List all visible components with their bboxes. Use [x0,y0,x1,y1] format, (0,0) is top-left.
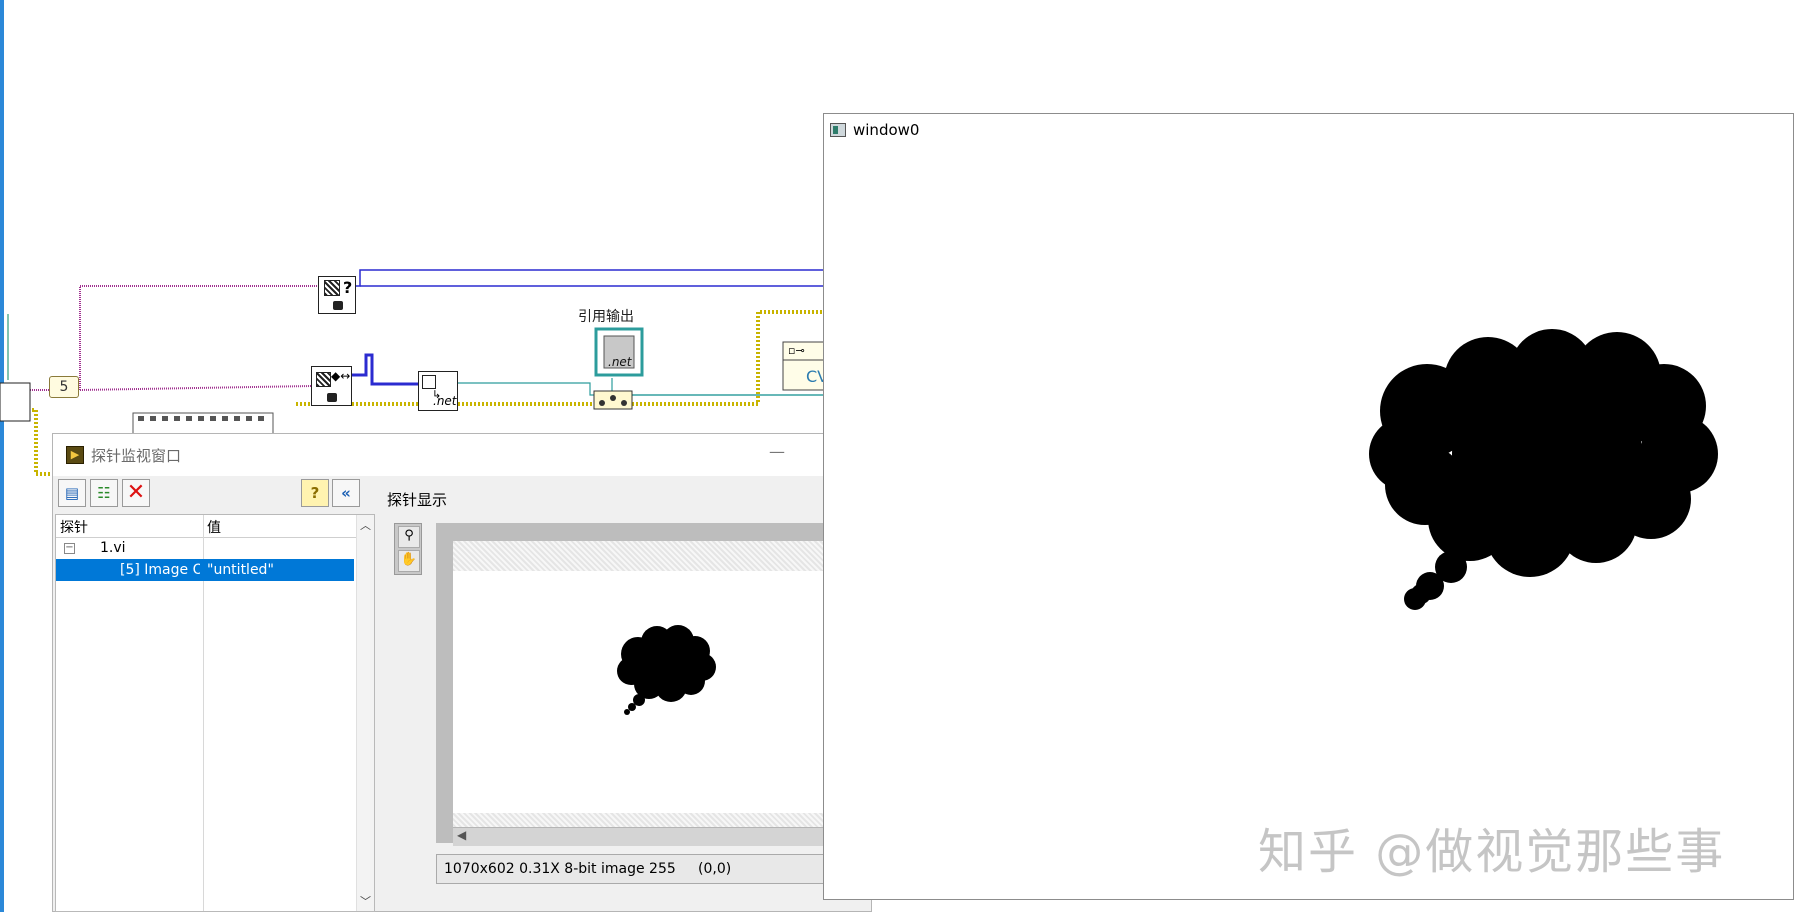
watermark: 知乎 @做视觉那些事 [1258,824,1726,880]
scroll-up-icon[interactable]: ︿ [360,517,371,533]
tree-item-name: [5] Image Out [120,562,200,578]
reference-output-label: 引用输出 [578,309,634,325]
probe-settings-icon: ☷ [97,484,111,502]
arrow-icon: ◆↔ [331,369,351,383]
image-display[interactable] [436,523,883,843]
lock-icon [327,393,337,402]
add-probe-icon: ▤ [64,484,80,502]
probe-settings-button[interactable]: ☷ [90,479,118,507]
zoom-tool-button[interactable]: ⚲ [398,526,420,548]
collapse-panel-button[interactable]: « [332,479,360,507]
image-window[interactable]: window0 [823,113,1794,900]
probe-watch-window[interactable]: ▶ 探针监视窗口 — ▤ ☷ ✕ ? « 探针 值 − 1.vi [5] Ima… [52,433,883,912]
net-ref-label: .net [608,355,632,369]
is-image-node[interactable]: ? [318,276,356,314]
thought-bubble-thumbnail [617,625,716,715]
tree-row-image[interactable]: [5] Image Out "untitled" [56,559,354,581]
delete-probe-icon: ✕ [126,480,146,505]
image-hscrollbar[interactable]: ◀ [453,827,873,846]
help-icon: ? [310,484,320,502]
key-icon: ▫⊸ [788,344,805,357]
lock-icon [333,301,343,310]
pan-tool-icon: ✋ [400,552,418,567]
probe-list-scrollbar[interactable]: ︿ ﹀ [356,515,374,911]
numeric-constant[interactable]: 5 [49,376,79,398]
pan-tool-button[interactable]: ✋ [398,550,420,572]
image-canvas[interactable] [453,541,883,843]
probe-window-icon: ▶ [66,446,84,464]
question-mark: ? [343,278,353,297]
add-probe-button[interactable]: ▤ [58,479,86,507]
column-probe[interactable]: 探针 [60,517,88,537]
image-tool-palette: ⚲ ✋ [394,523,422,575]
probe-list[interactable]: 探针 值 − 1.vi [5] Image Out "untitled" ︿ ﹀ [55,514,375,912]
probe-window-title: 探针监视窗口 [91,447,182,465]
image-status-bar: 1070x602 0.31X 8-bit image 255 (0,0) [436,854,873,884]
probe-titlebar[interactable]: ▶ 探针监视窗口 — [53,434,871,476]
tree-item-value: "untitled" [207,562,274,578]
tree-row-vi[interactable]: − 1.vi [56,537,354,559]
zoom-tool-icon: ⚲ [404,528,414,543]
scroll-down-icon[interactable]: ﹀ [360,893,371,909]
thought-bubble-image [1369,329,1718,610]
minimize-button[interactable]: — [769,442,785,461]
net-label: .net [433,394,457,408]
probe-display-label: 探针显示 [387,491,448,509]
help-button[interactable]: ? [301,479,329,507]
box-icon [422,375,436,389]
tree-item-name: 1.vi [100,540,126,556]
collapse-tree-icon[interactable]: − [64,543,75,554]
image-ref-icon [316,372,331,387]
image-convert-node[interactable]: ◆↔ [311,366,352,406]
column-value[interactable]: 值 [207,517,221,537]
collapse-panel-icon: « [341,484,351,502]
probe-list-header: 探针 值 [56,515,374,538]
delete-probe-button[interactable]: ✕ [122,479,150,507]
image-ref-icon [324,280,340,296]
scroll-left-icon[interactable]: ◀ [457,828,466,842]
net-invoke-node[interactable]: ↳ .net [418,371,458,411]
